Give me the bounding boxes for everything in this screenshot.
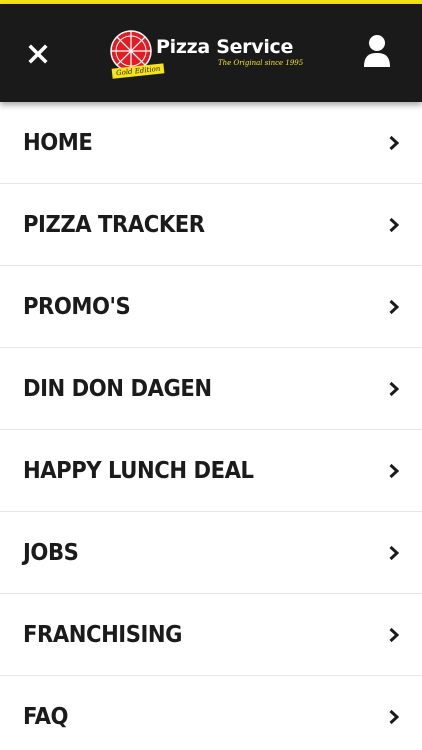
pizza-service-logo[interactable]: Pizza Service The Original since 1995 Go… [110, 26, 310, 82]
menu-item-promos[interactable]: PROMO'S [0, 266, 422, 348]
menu-item-happy-lunch-deal[interactable]: HAPPY LUNCH DEAL [0, 430, 422, 512]
chevron-right-icon [389, 135, 400, 150]
chevron-right-icon [389, 299, 400, 314]
chevron-right-icon [389, 545, 400, 560]
chevron-right-icon [389, 217, 400, 232]
brand-tagline: The Original since 1995 [218, 59, 304, 67]
menu-item-franchising[interactable]: FRANCHISING [0, 594, 422, 676]
menu-item-home[interactable]: HOME [0, 102, 422, 184]
menu-item-pizza-tracker[interactable]: PIZZA TRACKER [0, 184, 422, 266]
menu-item-label: JOBS [23, 539, 79, 566]
menu-item-label: HOME [23, 129, 93, 156]
account-button[interactable] [362, 34, 396, 70]
chevron-right-icon [389, 627, 400, 642]
menu-item-label: FAQ [23, 703, 69, 730]
menu-item-label: DIN DON DAGEN [23, 375, 212, 402]
menu-item-label: FRANCHISING [23, 621, 183, 648]
menu-item-faq[interactable]: FAQ [0, 676, 422, 750]
chevron-right-icon [389, 463, 400, 478]
menu-item-din-don-dagen[interactable]: DIN DON DAGEN [0, 348, 422, 430]
app-header: Pizza Service The Original since 1995 Go… [0, 4, 422, 102]
main-menu: HOME PIZZA TRACKER PROMO'S DIN DON DAGEN… [0, 102, 422, 750]
close-menu-button[interactable] [22, 38, 54, 70]
menu-item-jobs[interactable]: JOBS [0, 512, 422, 594]
chevron-right-icon [389, 709, 400, 724]
menu-item-label: HAPPY LUNCH DEAL [23, 457, 254, 484]
user-icon [364, 35, 390, 67]
brand-name: Pizza Service [156, 36, 294, 58]
menu-item-label: PROMO'S [23, 293, 131, 320]
chevron-right-icon [389, 381, 400, 396]
close-icon [28, 44, 48, 64]
menu-item-label: PIZZA TRACKER [23, 211, 205, 238]
